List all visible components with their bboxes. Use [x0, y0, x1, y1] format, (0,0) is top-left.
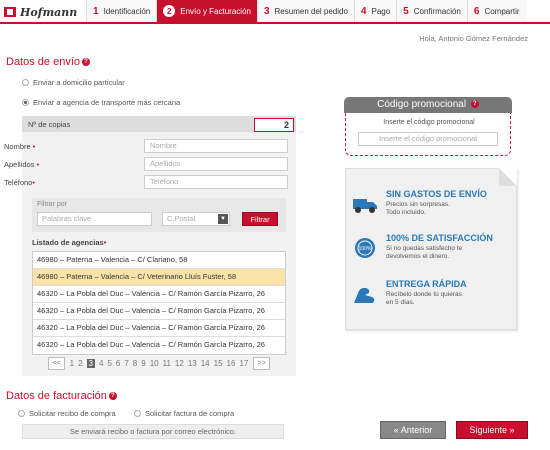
step-confirmacion[interactable]: 5 Confirmación: [396, 0, 467, 22]
checkout-steps: 1 Identificación 2 Envío y Facturación 3 Re…: [86, 0, 526, 22]
copies-label: Nº de copias: [28, 120, 71, 129]
pager-page[interactable]: 5: [107, 359, 111, 368]
postal-code-select[interactable]: C.Postal ▼: [162, 212, 230, 226]
agency-item-selected[interactable]: 46980 – Paterna – Valencia – C/ Veterina…: [33, 269, 285, 286]
pager-page[interactable]: 15: [214, 359, 223, 368]
help-icon[interactable]: ?: [82, 58, 90, 67]
pager-page[interactable]: 9: [141, 359, 145, 368]
step-pago[interactable]: 4 Pago: [353, 0, 397, 22]
previous-button[interactable]: « Anterior: [380, 421, 446, 439]
benefit-desc: Recíbelo donde tú quieras en 5 días.: [386, 291, 462, 306]
benefit-title: ENTREGA RÁPIDA: [386, 279, 467, 289]
canada-flag-icon: [4, 7, 16, 17]
filter-box: Filtrar por Palabras clave C.Postal ▼ Fi…: [32, 198, 286, 232]
pager-page[interactable]: 16: [227, 359, 236, 368]
filter-title: Filtrar por: [37, 201, 67, 208]
chevron-down-icon[interactable]: ▼: [218, 214, 228, 224]
pager-page[interactable]: 4: [99, 359, 103, 368]
billing-note: Se enviará recibo o factura por correo e…: [22, 424, 284, 439]
radio-button[interactable]: [18, 410, 25, 417]
phone-label: Teléfono•: [4, 178, 35, 187]
keywords-input[interactable]: Palabras clave: [37, 212, 152, 226]
agencies-title: Listado de agencias•: [32, 238, 107, 247]
pager-first-button[interactable]: <<: [48, 356, 65, 370]
pager-page[interactable]: 6: [116, 359, 120, 368]
next-button[interactable]: Siguiente »: [456, 421, 528, 439]
promo-subtitle: Inserte el código promocional: [383, 119, 475, 126]
pager-last-button[interactable]: >>: [253, 356, 270, 370]
option-receipt[interactable]: Solicitar recibo de compra: [18, 409, 116, 418]
benefit-title: 100% DE SATISFACCIÓN: [386, 233, 493, 243]
brand-name: Hofmann: [20, 5, 78, 19]
pager-page[interactable]: 7: [124, 359, 128, 368]
option-agency-delivery[interactable]: Enviar a agencia de transporte más cerca…: [22, 98, 180, 107]
arm-strength-icon: [354, 287, 375, 303]
pager-page[interactable]: 12: [175, 359, 184, 368]
radio-button[interactable]: [22, 79, 29, 86]
benefit-desc: Si no quedas satisfecho te devolvemos el …: [386, 245, 463, 260]
name-input[interactable]: Nombre: [144, 139, 288, 153]
promo-title: Código promocional ?: [344, 97, 512, 113]
step-resumen-pedido[interactable]: 3 Resumen del pedido: [256, 0, 354, 22]
pager-page[interactable]: 17: [239, 359, 248, 368]
promo-code-box: Código promocional ? Inserte el código p…: [344, 97, 512, 156]
benefit-satisfaction: 100% 100% DE SATISFACCIÓN Si no quedas s…: [352, 233, 512, 273]
pager-page[interactable]: 10: [150, 359, 159, 368]
pager-page[interactable]: 11: [163, 359, 171, 368]
agency-item[interactable]: 46320 – La Pobla del Duc – Valencia – C/…: [33, 303, 285, 320]
brand-logo[interactable]: Hofmann: [4, 3, 82, 21]
agencies-list: 46980 – Paterna – Valencia – C/ Clariano…: [32, 251, 286, 355]
pager-page[interactable]: 14: [201, 359, 210, 368]
radio-button[interactable]: [134, 410, 141, 417]
agency-item[interactable]: 46320 – La Pobla del Duc – Valencia – C/…: [33, 286, 285, 303]
help-icon[interactable]: ?: [108, 392, 117, 401]
surname-input[interactable]: Apellidos: [144, 157, 288, 171]
benefit-free-shipping: SIN GASTOS DE ENVÍO Precios sin sorpresa…: [352, 189, 512, 229]
double-chevron-right-icon: »: [509, 425, 515, 435]
step-compartir[interactable]: 6 Compartir: [466, 0, 526, 22]
double-chevron-left-icon: «: [393, 425, 399, 435]
benefits-card: SIN GASTOS DE ENVÍO Precios sin sorpresa…: [345, 168, 517, 330]
benefit-fast-delivery: ENTREGA RÁPIDA Recíbelo donde tú quieras…: [352, 279, 512, 319]
help-icon[interactable]: ?: [470, 100, 479, 109]
benefit-title: SIN GASTOS DE ENVÍO: [386, 189, 487, 199]
step-envio-facturacion[interactable]: 2 Envío y Facturación: [156, 0, 257, 22]
shipping-form-panel: Nº de copias 2 Nombre • Nombre Apellidos…: [4, 116, 296, 376]
truck-icon: [353, 199, 377, 213]
surname-label: Apellidos •: [4, 160, 40, 169]
pager-page[interactable]: 13: [188, 359, 197, 368]
pagination: << 1 2 3 4 5 6 7 8 9 10 11 12 13 14 15 1…: [32, 356, 286, 370]
copies-bar: Nº de copias 2: [22, 116, 296, 132]
satisfaction-seal-icon: 100%: [355, 238, 375, 258]
agency-item[interactable]: 46320 – La Pobla del Duc – Valencia – C/…: [33, 337, 285, 354]
pager-page[interactable]: 2: [78, 359, 82, 368]
pager-page[interactable]: 8: [133, 359, 137, 368]
shipping-title: Datos de envío?: [6, 56, 90, 68]
pager-page-active[interactable]: 3: [86, 358, 95, 368]
billing-title: Datos de facturación?: [6, 390, 117, 402]
name-label: Nombre •: [4, 142, 36, 151]
svg-text:100%: 100%: [359, 246, 372, 252]
promo-code-input[interactable]: Inserte el código promocional: [358, 132, 498, 146]
pager-page[interactable]: 1: [70, 359, 74, 368]
filter-button[interactable]: Filtrar: [242, 212, 278, 226]
option-home-delivery[interactable]: Enviar a domicilio particular: [22, 78, 125, 87]
phone-input[interactable]: Teléfono: [144, 175, 288, 189]
agency-item[interactable]: 46320 – La Pobla del Duc – Valencia – C/…: [33, 320, 285, 337]
benefit-desc: Precios sin sorpresas. Todo incluido.: [386, 201, 450, 216]
top-navigation-bar: Hofmann 1 Identificación 2 Envío y Factura…: [0, 0, 550, 24]
user-greeting: Hola, Antonio Gómez Fernández: [419, 34, 528, 43]
step-identificacion[interactable]: 1 Identificación: [86, 0, 157, 22]
radio-button-checked[interactable]: [22, 99, 29, 106]
option-invoice[interactable]: Solicitar factura de compra: [134, 409, 234, 418]
copies-input[interactable]: 2: [254, 118, 294, 132]
agency-item[interactable]: 46980 – Paterna – Valencia – C/ Clariano…: [33, 252, 285, 269]
